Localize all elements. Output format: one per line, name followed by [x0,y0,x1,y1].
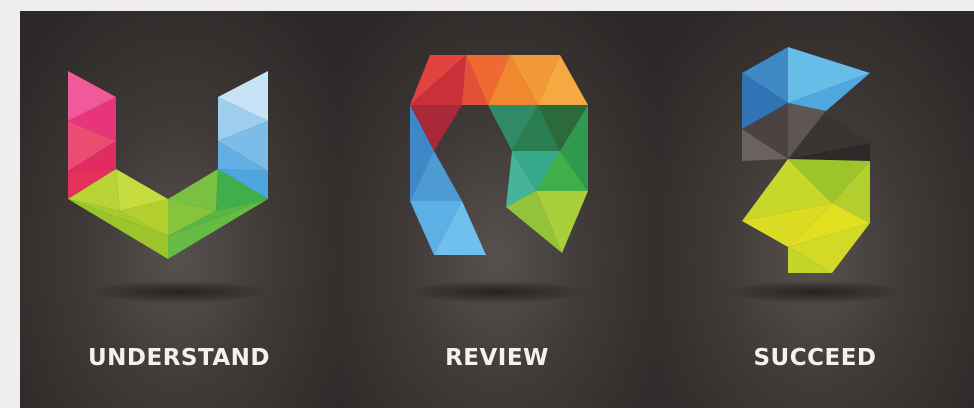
letter-u-geometric-logo [68,71,268,259]
letter-s-geometric-logo [742,47,870,273]
panel-understand: UNDERSTAND [20,11,338,408]
letter-r-geometric-logo [410,55,588,255]
panel-review: REVIEW [338,11,656,408]
image-frame: UNDERSTAND REVIEW SUCCEED [20,11,974,408]
panel-succeed: SUCCEED [656,11,974,408]
panel-label: REVIEW [445,345,549,371]
panel-label: SUCCEED [753,345,877,371]
panel-label: UNDERSTAND [87,345,271,371]
